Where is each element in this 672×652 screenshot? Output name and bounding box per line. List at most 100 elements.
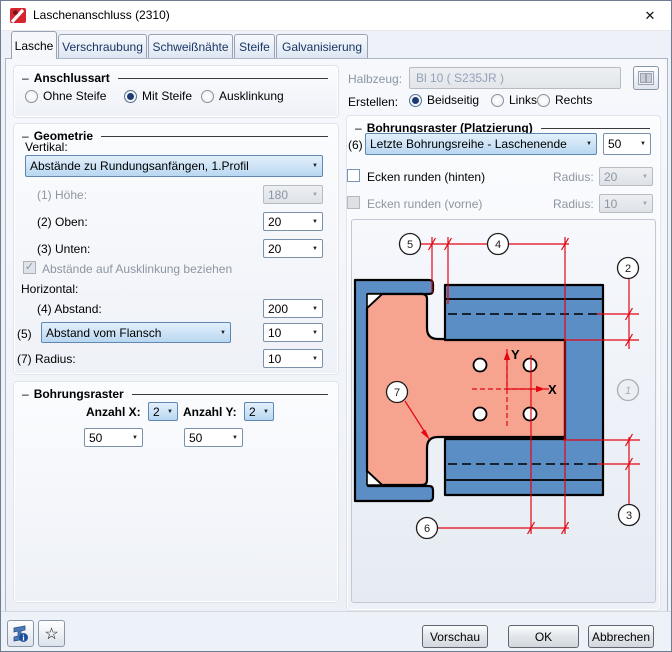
radio-ausklinkung-label: Ausklinkung: [219, 89, 284, 103]
collapse-icon: –: [22, 71, 29, 85]
pos5-combo[interactable]: Abstand vom Flansch ▼: [41, 322, 231, 343]
abbrechen-button[interactable]: Abbrechen: [588, 625, 654, 648]
ok-button[interactable]: OK: [508, 625, 579, 648]
anzahl-y-value: 2: [249, 405, 256, 419]
chevron-down-icon: ▼: [259, 409, 273, 415]
ecken-hinten-label: Ecken runden (hinten): [367, 170, 485, 184]
pos6-number-combo[interactable]: 50 ▼: [603, 133, 651, 155]
radius7-label: (7) Radius:: [17, 352, 76, 366]
collapse-icon: –: [22, 387, 29, 401]
abstand-x-value: 50: [89, 431, 102, 445]
group-anschlussart-title: Anschlussart: [34, 71, 110, 85]
radio-ohne-steife-circle: [25, 90, 38, 103]
oben-label: (2) Oben:: [37, 215, 88, 229]
vertikal-label: Vertikal:: [25, 140, 68, 154]
vertikal-combo[interactable]: Abstände zu Rundungsanfängen, 1.Profil ▼: [25, 155, 323, 177]
radio-mit-steife[interactable]: Mit Steife: [124, 89, 192, 103]
balloon-5: 5: [407, 239, 413, 251]
tab-galvanisierung[interactable]: Galvanisierung: [276, 34, 368, 58]
radio-rechts[interactable]: Rechts: [537, 93, 592, 107]
abstand-value: 200: [268, 302, 288, 316]
favorites-button[interactable]: ☆: [38, 620, 65, 647]
chevron-down-icon: ▼: [308, 330, 322, 336]
connection-preview-drawing: X Y 5 4 2 1 3 6 7: [351, 219, 656, 603]
bolt-hole: [524, 408, 537, 421]
vorne-radius-combo: 10 ▼: [599, 194, 653, 213]
hoehe-label: (1) Höhe:: [37, 188, 87, 202]
pos5-combo-value: Abstand vom Flansch: [46, 326, 161, 340]
abstand-y-value: 50: [189, 431, 202, 445]
chevron-down-icon: ▼: [308, 306, 322, 312]
profile-info-button[interactable]: i: [7, 620, 34, 647]
window-title: Laschenanschluss (2310): [33, 8, 170, 22]
balloon-3: 3: [626, 510, 632, 522]
radio-links[interactable]: Links: [491, 93, 537, 107]
ecken-hinten-checkbox[interactable]: [347, 169, 360, 182]
unten-value: 20: [268, 242, 281, 256]
abstand-combo[interactable]: 200 ▼: [263, 299, 323, 318]
abstand-y-combo[interactable]: 50 ▼: [184, 428, 243, 447]
radio-mit-steife-circle: [124, 90, 137, 103]
pos6-number-value: 50: [608, 137, 621, 151]
anzahl-x-label: Anzahl X:: [86, 405, 141, 419]
chevron-down-icon: ▼: [638, 201, 652, 207]
chevron-down-icon: ▼: [308, 219, 322, 225]
pos6-label: (6): [348, 138, 363, 152]
hinten-radius-value: 20: [604, 170, 617, 184]
balloon-4: 4: [495, 239, 501, 251]
vorschau-button[interactable]: Vorschau: [422, 625, 488, 648]
unten-combo[interactable]: 20 ▼: [263, 239, 323, 258]
radio-ohne-steife[interactable]: Ohne Steife: [25, 89, 106, 103]
tab-lasche[interactable]: Lasche: [11, 31, 57, 59]
catalog-icon: [638, 71, 654, 85]
pos5-label: (5): [17, 327, 32, 341]
beam-info-icon: i: [11, 624, 30, 643]
radio-mit-steife-label: Mit Steife: [142, 89, 192, 103]
chevron-down-icon: ▼: [128, 435, 142, 441]
oben-value: 20: [268, 215, 281, 229]
anzahl-y-combo[interactable]: 2 ▼: [244, 402, 274, 421]
erstellen-label: Erstellen:: [348, 95, 398, 109]
anzahl-x-combo[interactable]: 2 ▼: [148, 402, 178, 421]
balloon-6: 6: [424, 523, 430, 535]
hoehe-value: 180: [268, 188, 288, 202]
radius7-combo[interactable]: 10 ▼: [263, 349, 323, 368]
radio-beidseitig[interactable]: Beidseitig: [409, 93, 479, 107]
chevron-down-icon: ▼: [308, 356, 322, 362]
abstand-x-combo[interactable]: 50 ▼: [84, 428, 143, 447]
tab-verschraubung[interactable]: Verschraubung: [58, 34, 147, 58]
halbzeug-field: Bl 10 ( S235JR ): [409, 67, 621, 89]
radio-ausklinkung[interactable]: Ausklinkung: [201, 89, 284, 103]
hinten-radius-combo: 20 ▼: [599, 167, 653, 186]
unten-label: (3) Unten:: [37, 242, 90, 256]
title-bar: Laschenanschluss (2310) ✕: [1, 1, 671, 31]
vorne-radius-value: 10: [604, 197, 617, 211]
balloon-7: 7: [394, 387, 400, 399]
halbzeug-catalog-button[interactable]: [633, 66, 659, 90]
star-icon: ☆: [44, 624, 58, 644]
vertikal-combo-value: Abstände zu Rundungsanfängen, 1.Profil: [30, 159, 249, 173]
pos5-number-value: 10: [268, 326, 281, 340]
pos5-number-combo[interactable]: 10 ▼: [263, 323, 323, 342]
axis-x-label: X: [548, 382, 557, 397]
anzahl-x-value: 2: [153, 405, 160, 419]
close-icon[interactable]: ✕: [637, 5, 663, 26]
check-icon: ✓: [25, 262, 34, 273]
bolt-hole: [474, 408, 487, 421]
pos6-combo-value: Letzte Bohrungsreihe - Laschenende: [370, 137, 567, 151]
chevron-down-icon: ▼: [163, 409, 177, 415]
pos6-combo[interactable]: Letzte Bohrungsreihe - Laschenende ▼: [365, 133, 597, 155]
chevron-down-icon: ▼: [638, 174, 652, 180]
abstand-label: (4) Abstand:: [37, 302, 102, 316]
app-icon: [10, 7, 27, 24]
tab-steife[interactable]: Steife: [234, 34, 275, 58]
radio-ohne-steife-label: Ohne Steife: [43, 89, 106, 103]
horizontal-label: Horizontal:: [21, 282, 78, 296]
oben-combo[interactable]: 20 ▼: [263, 212, 323, 231]
laschenanschluss-dialog: Laschenanschluss (2310) ✕ Lasche Verschr…: [0, 0, 672, 652]
chevron-down-icon: ▼: [308, 246, 322, 252]
tab-schweissnaehte[interactable]: Schweißnähte: [148, 34, 233, 58]
chevron-down-icon: ▼: [228, 435, 242, 441]
hinten-radius-label: Radius:: [553, 170, 594, 184]
vorne-radius-label: Radius:: [553, 197, 594, 211]
